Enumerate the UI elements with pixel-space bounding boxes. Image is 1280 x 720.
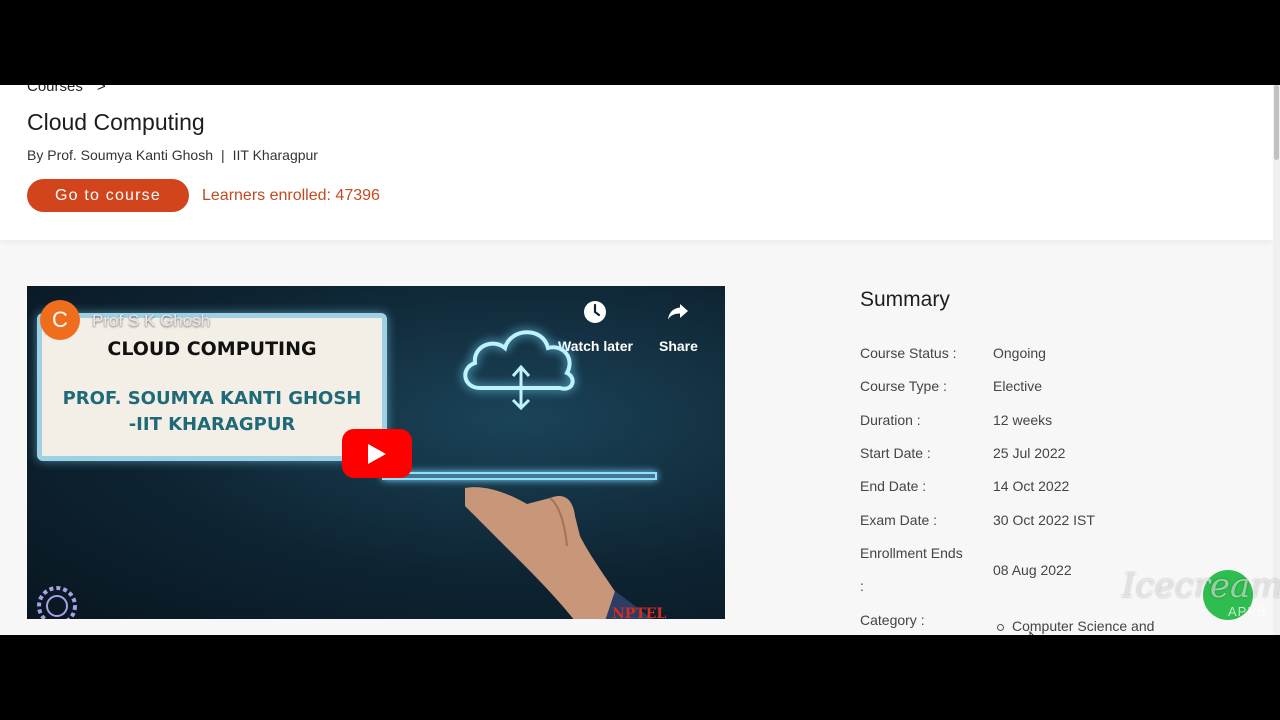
hand-illustration: [465, 487, 653, 619]
summary-label: Duration :: [860, 412, 921, 428]
share-button[interactable]: Share: [659, 300, 698, 354]
course-header: Courses > Cloud Computing By Prof. Soumy…: [0, 85, 1273, 240]
video-card-title: CLOUD COMPUTING: [107, 338, 317, 360]
summary-value: 30 Oct 2022 IST: [993, 512, 1095, 528]
video-card-professor: PROF. SOUMYA KANTI GHOSH: [62, 388, 362, 409]
summary-label: Exam Date :: [860, 512, 938, 528]
mouse-cursor-icon: [1029, 631, 1034, 635]
play-icon: [368, 443, 386, 464]
summary-value: 12 weeks: [993, 412, 1053, 428]
summary-label: Course Status :: [860, 345, 957, 361]
summary-label-colon: :: [860, 578, 864, 594]
play-button[interactable]: [342, 429, 412, 478]
summary-value: Elective: [993, 378, 1043, 394]
clock-icon: [584, 301, 607, 323]
summary-value: 25 Jul 2022: [993, 445, 1066, 461]
category-list-item: Computer Science and: [997, 618, 1154, 634]
institute-name: IIT Kharagpur: [232, 147, 318, 163]
scrollbar-thumb[interactable]: [1274, 85, 1279, 160]
watermark-text: Icecream: [1122, 566, 1280, 606]
course-byline: By Prof. Soumya Kanti Ghosh | IIT Kharagpu…: [27, 147, 318, 163]
summary-label: Category :: [860, 612, 925, 628]
summary-label: Enrollment Ends: [860, 545, 963, 561]
byline-separator: |: [220, 147, 225, 163]
channel-name[interactable]: Prof S K Ghosh: [92, 311, 210, 331]
summary-value: 08 Aug 2022: [993, 562, 1072, 578]
summary-label: Course Type :: [860, 378, 947, 394]
page-viewport: Courses > Cloud Computing By Prof. Soumy…: [0, 85, 1280, 635]
summary-value: Ongoing: [993, 345, 1046, 361]
instructor-name: By Prof. Soumya Kanti Ghosh: [27, 147, 213, 163]
nptel-logo: NPTEL: [612, 606, 667, 619]
cloud-icon: [463, 330, 575, 411]
share-label: Share: [659, 338, 698, 354]
summary-title: Summary: [860, 288, 950, 311]
breadcrumb-separator: >: [97, 85, 106, 95]
summary-label: End Date :: [860, 478, 927, 494]
learners-enrolled-count: Learners enrolled: 47396: [202, 187, 380, 204]
summary-label: Start Date :: [860, 445, 931, 461]
page-scrollbar[interactable]: [1273, 85, 1280, 635]
course-intro-video[interactable]: CLOUD COMPUTING PROF. SOUMYA KANTI GHOSH…: [27, 286, 725, 619]
breadcrumb: Courses >: [27, 85, 106, 95]
iit-logo-icon: [37, 586, 77, 619]
go-to-course-button[interactable]: Go to course: [27, 179, 189, 212]
summary-value: 14 Oct 2022: [993, 478, 1070, 494]
course-title: Cloud Computing: [27, 109, 205, 135]
watermark-apps: APPS: [1228, 604, 1267, 619]
channel-avatar[interactable]: C: [40, 300, 80, 340]
video-card-institute: -IIT KHARAGPUR: [128, 414, 296, 435]
video-title-card: CLOUD COMPUTING PROF. SOUMYA KANTI GHOSH…: [37, 313, 387, 461]
share-arrow-icon: [668, 304, 689, 320]
breadcrumb-courses-link[interactable]: Courses: [27, 85, 83, 95]
